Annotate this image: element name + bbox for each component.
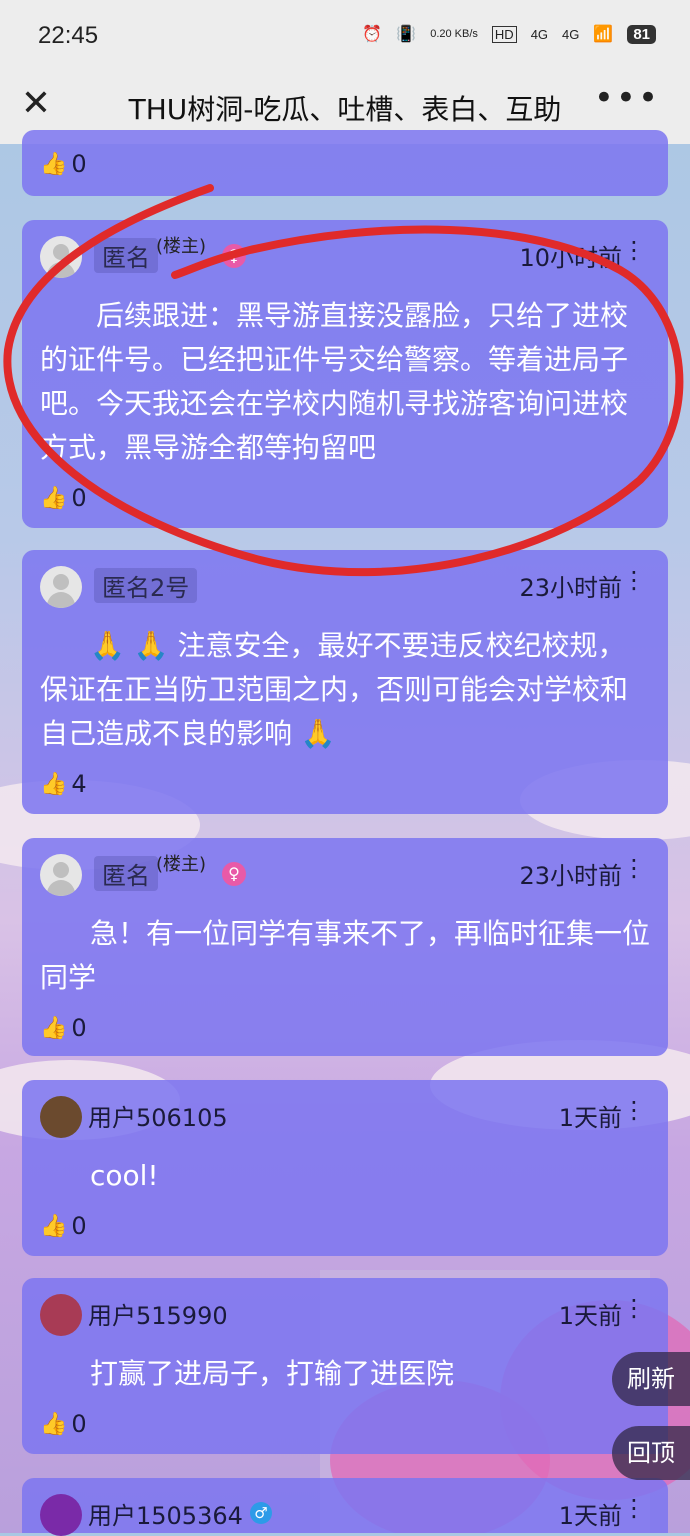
comment-text: cool! (90, 1159, 159, 1192)
like-count: 4 (71, 770, 87, 798)
more-icon[interactable]: ⋮ (622, 236, 646, 264)
like-button[interactable]: 👍 0 (40, 484, 87, 512)
comment-card: 👍 0 (22, 130, 668, 196)
more-icon[interactable]: ⋮ (622, 1494, 646, 1522)
signal-4g-icon: 4G (530, 26, 549, 42)
comment-text: 急！有一位同学有事来不了，再临时征集一位同学 (40, 917, 651, 994)
post-time: 23小时前 (519, 574, 622, 602)
comment-text: 🙏 🙏 注意安全，最好不要违反校纪校规，保证在正当防卫范围之内，否则可能会对学校… (40, 629, 629, 750)
poster-tag: (楼主) (156, 854, 207, 875)
user-name[interactable]: 用户1505364 (88, 1496, 243, 1531)
thumb-up-icon: 👍 (40, 771, 68, 797)
wifi-icon: 📶 (593, 26, 614, 43)
refresh-button[interactable]: 刷新 (612, 1352, 690, 1406)
user-name[interactable]: 用户506105 (88, 1098, 228, 1133)
thumb-up-icon: 👍 (40, 485, 68, 511)
like-button[interactable]: 👍 4 (40, 770, 87, 798)
comment-card: 匿名 (楼主) ♀ 23小时前 ⋮ 急！有一位同学有事来不了，再临时征集一位同学… (22, 838, 668, 1056)
comment-card: 用户1505364 ♂ 1天前 ⋮ (22, 1478, 668, 1536)
user-name[interactable]: 匿名2号 (94, 568, 198, 603)
comment-card: 用户506105 1天前 ⋮ cool! 👍 0 (22, 1080, 668, 1256)
male-icon: ♂ (250, 1502, 272, 1524)
like-button[interactable]: 👍 0 (40, 1014, 87, 1042)
net-speed: 0.20 KB/s (430, 28, 478, 40)
thumb-up-icon: 👍 (40, 151, 68, 177)
like-count: 0 (71, 1014, 87, 1042)
alarm-icon: ⏰ (362, 26, 383, 43)
comment-card: 用户515990 1天前 ⋮ 打赢了进局子，打输了进医院 👍 0 (22, 1278, 668, 1454)
more-icon[interactable]: ⋮ (622, 1096, 646, 1124)
back-to-top-button[interactable]: 回顶 (612, 1426, 690, 1480)
avatar[interactable] (40, 1294, 82, 1336)
like-button[interactable]: 👍 0 (40, 1410, 87, 1438)
more-icon[interactable]: ⋮ (622, 854, 646, 882)
post-time: 1天前 (558, 1302, 622, 1330)
avatar[interactable] (40, 854, 82, 896)
hd-icon: HD (491, 25, 517, 43)
like-count: 0 (71, 150, 87, 178)
poster-tag: (楼主) (156, 236, 207, 257)
more-icon[interactable]: ⋮ (622, 566, 646, 594)
user-name[interactable]: 匿名 (94, 856, 158, 891)
battery-icon: 81 (627, 24, 656, 44)
comment-text: 后续跟进：黑导游直接没露脸，只给了进校的证件号。已经把证件号交给警察。等着进局子… (40, 299, 629, 464)
comment-card: 匿名 (楼主) ♀ 10小时前 ⋮ 后续跟进：黑导游直接没露脸，只给了进校的证件… (22, 220, 668, 528)
like-count: 0 (71, 484, 87, 512)
status-bar: 22:45 ⏰ 📳 0.20 KB/s HD 4G 4G 📶 81 (0, 0, 690, 72)
like-count: 0 (71, 1212, 87, 1240)
vibrate-icon: 📳 (396, 26, 417, 43)
avatar[interactable] (40, 1096, 82, 1138)
like-button[interactable]: 👍 0 (40, 150, 87, 178)
thumb-up-icon: 👍 (40, 1015, 68, 1041)
post-time: 23小时前 (519, 862, 622, 890)
female-icon: ♀ (222, 244, 246, 268)
user-name[interactable]: 用户515990 (88, 1296, 228, 1331)
avatar[interactable] (40, 566, 82, 608)
like-count: 0 (71, 1410, 87, 1438)
post-time: 10小时前 (519, 244, 622, 272)
post-time: 1天前 (558, 1502, 622, 1530)
avatar[interactable] (40, 1494, 82, 1536)
thumb-up-icon: 👍 (40, 1213, 68, 1239)
more-options-icon[interactable]: ••• (594, 78, 660, 118)
comment-card: 匿名2号 23小时前 ⋮ 🙏 🙏 注意安全，最好不要违反校纪校规，保证在正当防卫… (22, 550, 668, 814)
more-icon[interactable]: ⋮ (622, 1294, 646, 1322)
page-title: THU树洞-吃瓜、吐槽、表白、互助 (128, 93, 562, 126)
like-button[interactable]: 👍 0 (40, 1212, 87, 1240)
female-icon: ♀ (222, 862, 246, 886)
signal-4g-icon-2: 4G (562, 26, 580, 42)
comment-text: 打赢了进局子，打输了进医院 (90, 1357, 455, 1390)
avatar[interactable] (40, 236, 82, 278)
post-time: 1天前 (558, 1104, 622, 1132)
thumb-up-icon: 👍 (40, 1411, 68, 1437)
user-name[interactable]: 匿名 (94, 238, 158, 273)
